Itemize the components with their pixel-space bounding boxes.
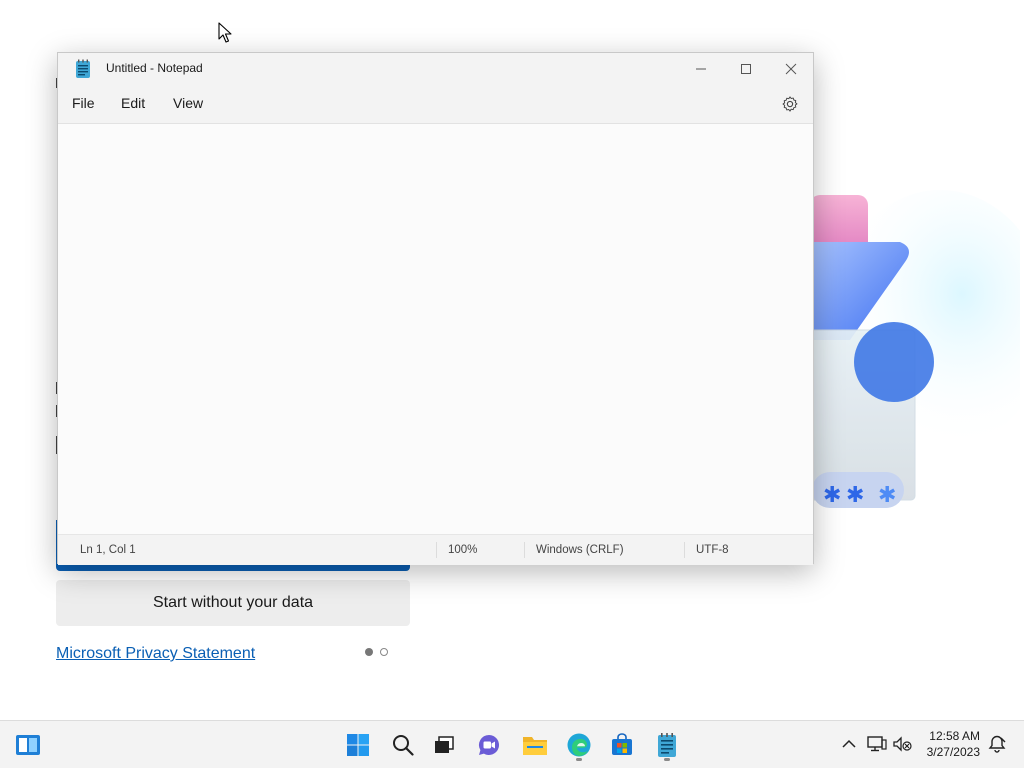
status-divider <box>436 542 437 558</box>
notepad-titlebar[interactable]: Untitled - Notepad <box>58 53 813 85</box>
minimize-icon <box>696 68 706 70</box>
edge-icon <box>567 733 591 757</box>
system-clock[interactable]: 12:58 AM 3/27/2023 <box>927 728 980 760</box>
store-icon <box>612 733 632 755</box>
svg-text:✱: ✱ <box>846 483 864 508</box>
page-dot-inactive[interactable] <box>380 648 388 656</box>
svg-text:✱: ✱ <box>878 483 896 508</box>
privacy-statement-link[interactable]: Microsoft Privacy Statement <box>56 645 255 663</box>
volume-button[interactable] <box>891 733 913 755</box>
search-icon <box>393 735 414 756</box>
notepad-icon <box>658 733 676 757</box>
chat-button[interactable] <box>471 727 507 763</box>
search-button[interactable] <box>385 727 421 763</box>
settings-gear-icon[interactable] <box>781 95 799 113</box>
file-explorer-button[interactable] <box>517 727 553 763</box>
page-indicator <box>365 648 388 656</box>
chevron-up-icon <box>842 739 856 748</box>
menu-bar: File Edit View <box>58 85 813 124</box>
status-cursor-position: Ln 1, Col 1 <box>80 544 136 556</box>
clock-date: 3/27/2023 <box>926 745 980 759</box>
taskbar: 12:58 AM 3/27/2023 <box>0 720 1024 768</box>
widgets-icon <box>16 735 40 755</box>
menu-view[interactable]: View <box>173 95 203 111</box>
notification-bell-icon <box>988 735 1006 753</box>
status-line-ending[interactable]: Windows (CRLF) <box>536 544 624 556</box>
status-encoding[interactable]: UTF-8 <box>696 544 729 556</box>
notepad-taskbar-button[interactable] <box>649 727 685 763</box>
status-bar: Ln 1, Col 1 100% Windows (CRLF) UTF-8 <box>58 534 813 565</box>
mouse-pointer-icon <box>218 22 232 43</box>
close-icon <box>785 63 797 75</box>
menu-edit[interactable]: Edit <box>121 95 145 111</box>
start-without-data-button[interactable]: Start without your data <box>56 580 410 626</box>
file-explorer-icon <box>523 737 547 755</box>
status-divider <box>524 542 525 558</box>
task-view-button[interactable] <box>426 727 462 763</box>
volume-muted-icon <box>893 736 912 752</box>
window-title: Untitled - Notepad <box>106 61 203 75</box>
minimize-button[interactable] <box>678 53 724 85</box>
close-button[interactable] <box>768 53 814 85</box>
notepad-window: Untitled - Notepad File Edit View Ln 1, … <box>57 52 814 565</box>
svg-text:✱: ✱ <box>823 483 841 508</box>
menu-file[interactable]: File <box>72 95 95 111</box>
maximize-button[interactable] <box>723 53 769 85</box>
notepad-icon <box>76 59 90 78</box>
edge-browser-button[interactable] <box>561 727 597 763</box>
notifications-button[interactable] <box>986 733 1008 755</box>
windows-start-icon <box>347 734 369 756</box>
status-zoom[interactable]: 100% <box>448 544 477 556</box>
task-view-icon <box>435 736 454 753</box>
clock-time: 12:58 AM <box>929 729 980 743</box>
maximize-icon <box>741 64 751 74</box>
running-indicator <box>576 758 582 761</box>
page-dot-active[interactable] <box>365 648 373 656</box>
status-divider <box>684 542 685 558</box>
network-icon <box>867 736 887 752</box>
chat-icon <box>479 735 500 755</box>
show-hidden-icons-button[interactable] <box>838 733 860 755</box>
widgets-button[interactable] <box>10 727 46 763</box>
network-button[interactable] <box>866 733 888 755</box>
running-indicator <box>664 758 670 761</box>
illustration-image: ✱ ✱ ✱ <box>809 190 1020 508</box>
store-button[interactable] <box>604 727 640 763</box>
text-editor-area[interactable] <box>58 124 813 533</box>
start-button[interactable] <box>340 727 376 763</box>
